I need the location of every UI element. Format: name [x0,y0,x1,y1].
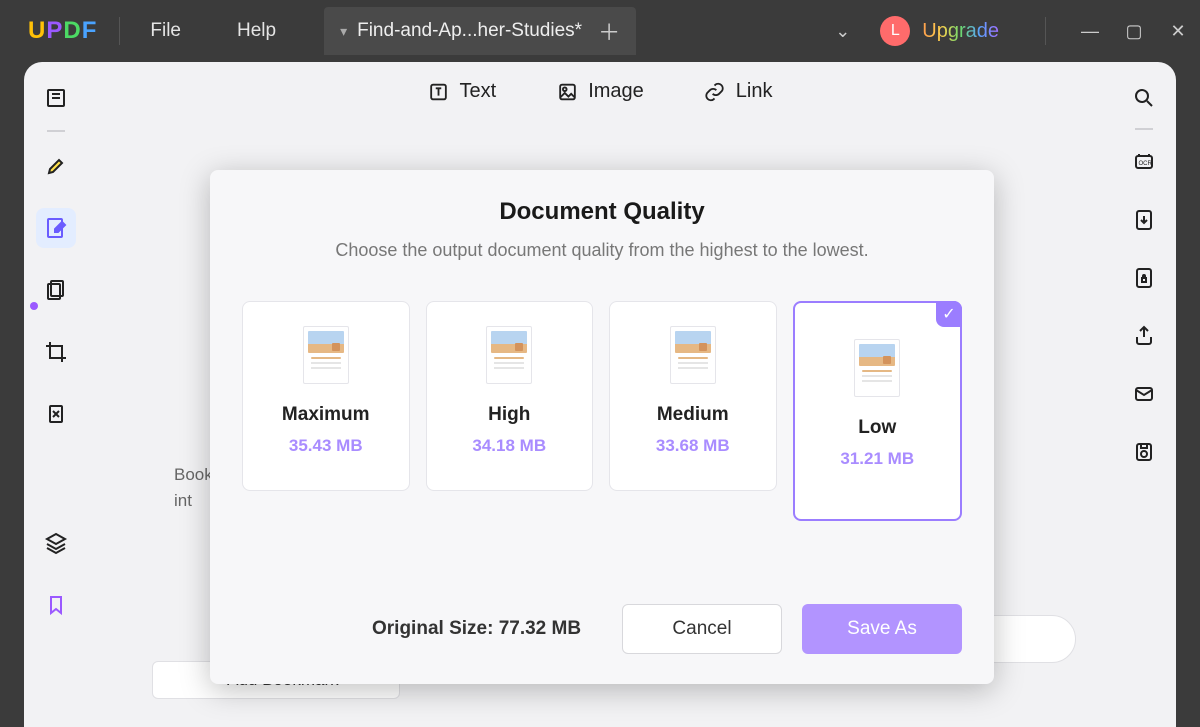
search-icon[interactable] [1124,78,1164,118]
thumbnail-icon [670,326,716,384]
redact-tool[interactable] [36,394,76,434]
bookmark-tool[interactable] [36,585,76,625]
pages-tool[interactable] [36,270,76,310]
user-avatar[interactable]: L [880,16,910,46]
quality-size: 31.21 MB [840,449,914,469]
edit-toolbar: Text Image Link [428,80,773,103]
edit-tool[interactable] [36,208,76,248]
window-minimize-icon[interactable]: — [1068,21,1112,42]
left-toolbar [36,78,76,456]
quality-option-maximum[interactable]: Maximum 35.43 MB [242,301,410,491]
quality-size: 33.68 MB [656,436,730,456]
share-icon[interactable] [1124,316,1164,356]
document-tab[interactable]: ▾ Find-and-Ap...her-Studies* ＋ [324,7,636,55]
selected-check-icon: ✓ [936,301,962,327]
bookmark-hint-text: Bookint [174,462,213,513]
thumbnail-icon [854,339,900,397]
window-close-icon[interactable]: ✕ [1156,21,1200,42]
quality-label: High [488,404,530,426]
original-size-label: Original Size: 77.32 MB [372,618,581,640]
protect-icon[interactable] [1124,258,1164,298]
thumbnail-icon [303,326,349,384]
svg-text:OCR: OCR [1139,161,1153,167]
quality-size: 34.18 MB [472,436,546,456]
save-other-icon[interactable] [1124,432,1164,472]
tab-indicator-icon: ▾ [340,23,347,40]
quality-option-medium[interactable]: Medium 33.68 MB [609,301,777,491]
menu-help[interactable]: Help [229,16,284,46]
ocr-icon[interactable]: OCR [1124,142,1164,182]
document-quality-dialog: Document Quality Choose the output docum… [210,170,994,684]
cancel-button[interactable]: Cancel [622,604,782,654]
edit-text-button[interactable]: Text [428,80,497,103]
convert-icon[interactable] [1124,200,1164,240]
tabs-dropdown-icon[interactable]: ⌄ [835,21,850,42]
right-toolbar: OCR [1124,78,1164,490]
quality-option-high[interactable]: High 34.18 MB [426,301,594,491]
edit-link-button[interactable]: Link [704,80,773,103]
divider [1045,17,1046,45]
app-logo: UPDF [28,17,97,45]
dialog-subtitle: Choose the output document quality from … [242,240,962,261]
mail-icon[interactable] [1124,374,1164,414]
quality-option-low[interactable]: ✓ Low 31.21 MB [793,301,963,521]
layers-tool[interactable] [36,523,76,563]
save-as-button[interactable]: Save As [802,604,962,654]
quality-label: Maximum [282,404,370,426]
tab-title: Find-and-Ap...her-Studies* [357,20,582,42]
new-tab-button[interactable]: ＋ [598,15,620,47]
workspace: Text Image Link Bookint OCR + Add Bookma… [0,62,1200,727]
highlighter-tool[interactable] [36,146,76,186]
dialog-title: Document Quality [242,198,962,226]
divider [119,17,120,45]
edit-image-button[interactable]: Image [556,80,644,103]
thumbnail-icon [486,326,532,384]
left-toolbar-bottom [36,523,76,647]
document-area: Text Image Link Bookint OCR + Add Bookma… [24,62,1176,727]
reader-tool[interactable] [36,78,76,118]
menu-file[interactable]: File [142,16,189,46]
window-maximize-icon[interactable]: ▢ [1112,21,1156,42]
quality-size: 35.43 MB [289,436,363,456]
upgrade-button[interactable]: Upgrade [922,20,999,43]
quality-options: Maximum 35.43 MB High 34.18 MB Medium 33… [242,301,962,521]
crop-tool[interactable] [36,332,76,372]
title-bar: UPDF File Help ▾ Find-and-Ap...her-Studi… [0,0,1200,62]
quality-label: Medium [657,404,729,426]
quality-label: Low [858,417,896,439]
